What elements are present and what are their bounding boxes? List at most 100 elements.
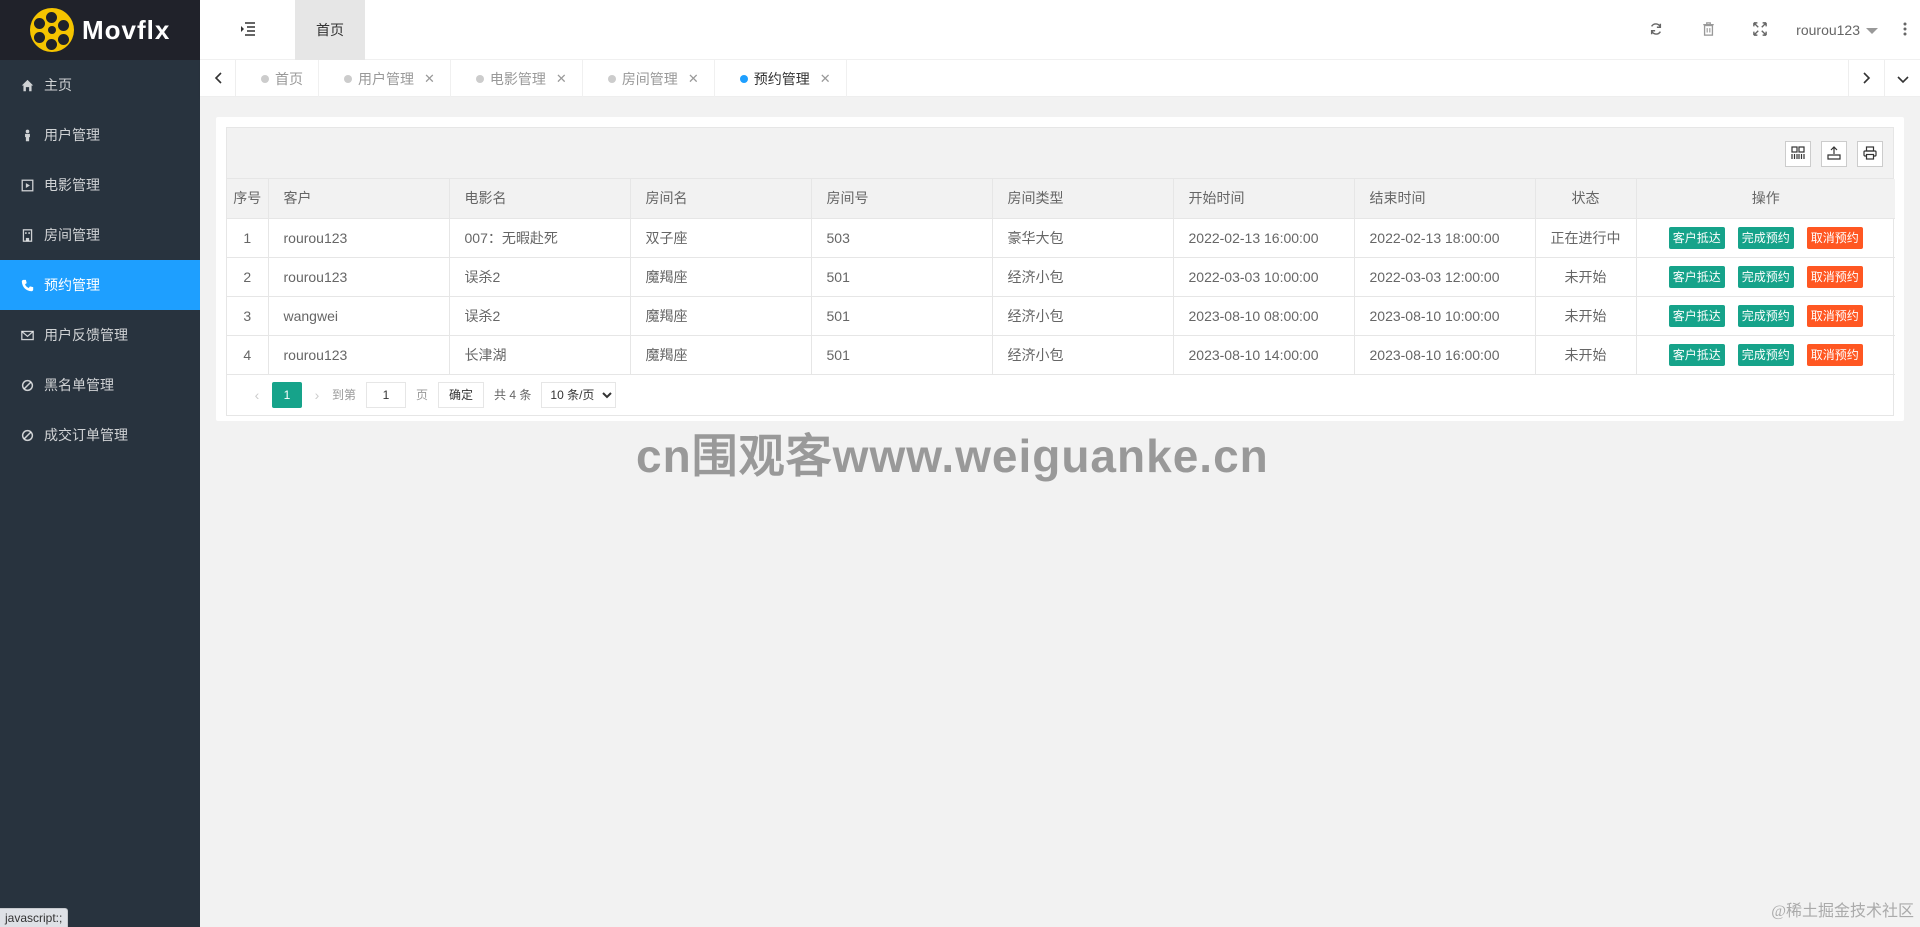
goto-page-input[interactable] [366, 381, 407, 408]
tabs-scroll-right-button[interactable] [1848, 60, 1884, 97]
tab-home[interactable]: 首页 [236, 60, 319, 97]
table-row[interactable]: 1 rourou123 007：无暇赴死 双子座 503 豪华大包 2022-0… [227, 218, 1895, 258]
page-suffix: 页 [416, 388, 429, 402]
cell-actions: 客户抵达 完成预约 取消预约 [1636, 218, 1895, 258]
customer-arrive-button[interactable]: 客户抵达 [1668, 304, 1725, 327]
refresh-icon [1649, 22, 1663, 39]
cancel-reservation-button[interactable]: 取消预约 [1806, 226, 1863, 249]
column-header[interactable]: 电影名 [449, 179, 631, 219]
column-header[interactable]: 开始时间 [1173, 179, 1355, 219]
phone-icon [20, 278, 34, 292]
sidebar-item-movies[interactable]: 电影管理 [0, 160, 200, 210]
complete-reservation-button[interactable]: 完成预约 [1737, 265, 1794, 288]
sidebar-toggle-button[interactable] [200, 0, 295, 60]
fullscreen-button[interactable] [1734, 0, 1786, 60]
cell-index: 1 [227, 218, 269, 258]
column-header[interactable]: 房间名 [630, 179, 812, 219]
column-header[interactable]: 房间号 [811, 179, 993, 219]
header-home-tab[interactable]: 首页 [295, 0, 365, 60]
complete-reservation-button[interactable]: 完成预约 [1737, 343, 1794, 366]
cell-index: 3 [227, 296, 269, 336]
next-page-button[interactable]: › [302, 387, 332, 403]
sidebar: Movflx 主页 用户管理 电影管理 房间管理 预约管理 用户反馈管理 黑名单… [0, 0, 200, 927]
page-size-select[interactable]: 10 条/页 [541, 381, 617, 408]
sidebar-item-reservations[interactable]: 预约管理 [0, 260, 200, 310]
complete-reservation-button[interactable]: 完成预约 [1737, 304, 1794, 327]
credit-text: @稀土掘金技术社区 [1771, 903, 1914, 920]
user-dropdown[interactable]: rourou123 [1786, 0, 1890, 60]
column-header[interactable]: 房间类型 [992, 179, 1174, 219]
more-menu-button[interactable] [1890, 0, 1920, 60]
tab-room-management[interactable]: 房间管理 ✕ [583, 60, 715, 97]
column-header[interactable]: 结束时间 [1354, 179, 1536, 219]
goto-confirm-button[interactable]: 确定 [438, 381, 485, 408]
tab-movie-management[interactable]: 电影管理 ✕ [451, 60, 583, 97]
cancel-reservation-button[interactable]: 取消预约 [1806, 304, 1863, 327]
caret-down-icon [1866, 28, 1878, 34]
export-button[interactable] [1821, 141, 1847, 167]
sidebar-item-users[interactable]: 用户管理 [0, 110, 200, 160]
clear-cache-button[interactable] [1682, 0, 1734, 60]
complete-reservation-button[interactable]: 完成预约 [1737, 226, 1794, 249]
cell-end-time: 2023-08-10 10:00:00 [1354, 296, 1536, 336]
refresh-button[interactable] [1630, 0, 1682, 60]
sidebar-item-label: 电影管理 [44, 177, 100, 193]
customer-arrive-button[interactable]: 客户抵达 [1668, 226, 1725, 249]
tab-label: 用户管理 [358, 70, 414, 87]
building-icon [20, 228, 34, 242]
current-page[interactable]: 1 [272, 381, 302, 408]
cell-movie: 007：无暇赴死 [449, 218, 631, 258]
table-row[interactable]: 2 rourou123 误杀2 魔羯座 501 经济小包 2022-03-03 … [227, 257, 1895, 297]
sidebar-item-home[interactable]: 主页 [0, 60, 200, 110]
table-row[interactable]: 4 rourou123 长津湖 魔羯座 501 经济小包 2023-08-10 … [227, 335, 1895, 375]
cell-room-type: 豪华大包 [992, 218, 1174, 258]
column-header[interactable]: 序号 [227, 179, 269, 219]
tab-dot [607, 74, 616, 83]
cell-customer: wangwei [268, 296, 450, 336]
sidebar-item-blacklist[interactable]: 黑名单管理 [0, 360, 200, 410]
close-icon[interactable]: ✕ [424, 71, 435, 87]
username: rourou123 [1796, 22, 1860, 38]
sidebar-item-orders[interactable]: 成交订单管理 [0, 410, 200, 460]
cell-start-time: 2022-03-03 10:00:00 [1173, 257, 1355, 297]
chevron-left-icon [214, 71, 222, 87]
sidebar-item-feedback[interactable]: 用户反馈管理 [0, 310, 200, 360]
cell-index: 2 [227, 257, 269, 297]
filter-columns-button[interactable] [1785, 141, 1811, 167]
page-tabs-bar: 首页 用户管理 ✕ 电影管理 ✕ 房间管理 ✕ 预约管理 ✕ [200, 60, 1920, 97]
table-header-row: 序号 客户 电影名 房间名 房间号 房间类型 开始时间 结束时间 状态 操作 [227, 179, 1895, 219]
table-toolbar [227, 128, 1893, 179]
cancel-reservation-button[interactable]: 取消预约 [1806, 343, 1863, 366]
tabs-menu-button[interactable] [1884, 60, 1920, 97]
sidebar-item-rooms[interactable]: 房间管理 [0, 210, 200, 260]
main-content: 序号 客户 电影名 房间名 房间号 房间类型 开始时间 结束时间 状态 操作 1 [200, 97, 1920, 927]
column-header[interactable]: 状态 [1535, 179, 1637, 219]
cell-end-time: 2023-08-10 16:00:00 [1354, 335, 1536, 375]
tabs-scroll-left-button[interactable] [200, 60, 236, 97]
prev-page-button[interactable]: ‹ [242, 387, 272, 403]
close-icon[interactable]: ✕ [556, 71, 567, 87]
sidebar-item-label: 主页 [44, 77, 72, 93]
print-button[interactable] [1857, 141, 1883, 167]
cell-start-time: 2023-08-10 08:00:00 [1173, 296, 1355, 336]
cell-room-number: 501 [811, 296, 993, 336]
table-row[interactable]: 3 wangwei 误杀2 魔羯座 501 经济小包 2023-08-10 08… [227, 296, 1895, 336]
cancel-reservation-button[interactable]: 取消预约 [1806, 265, 1863, 288]
cell-movie: 误杀2 [449, 296, 631, 336]
close-icon[interactable]: ✕ [688, 71, 699, 87]
tab-label: 预约管理 [753, 70, 810, 87]
envelope-icon [20, 328, 34, 342]
logo[interactable]: Movflx [0, 0, 200, 60]
close-icon[interactable]: ✕ [820, 71, 831, 87]
play-square-icon [20, 178, 34, 192]
column-header[interactable]: 操作 [1636, 179, 1895, 219]
column-header[interactable]: 客户 [268, 179, 450, 219]
tab-reservation-management[interactable]: 预约管理 ✕ [715, 60, 847, 97]
customer-arrive-button[interactable]: 客户抵达 [1668, 265, 1725, 288]
cell-start-time: 2022-02-13 16:00:00 [1173, 218, 1355, 258]
tab-dot [344, 74, 352, 83]
cell-room-name: 魔羯座 [630, 335, 812, 375]
tab-user-management[interactable]: 用户管理 ✕ [319, 60, 451, 97]
customer-arrive-button[interactable]: 客户抵达 [1668, 343, 1725, 366]
top-header: 首页 rourou123 [200, 0, 1920, 60]
